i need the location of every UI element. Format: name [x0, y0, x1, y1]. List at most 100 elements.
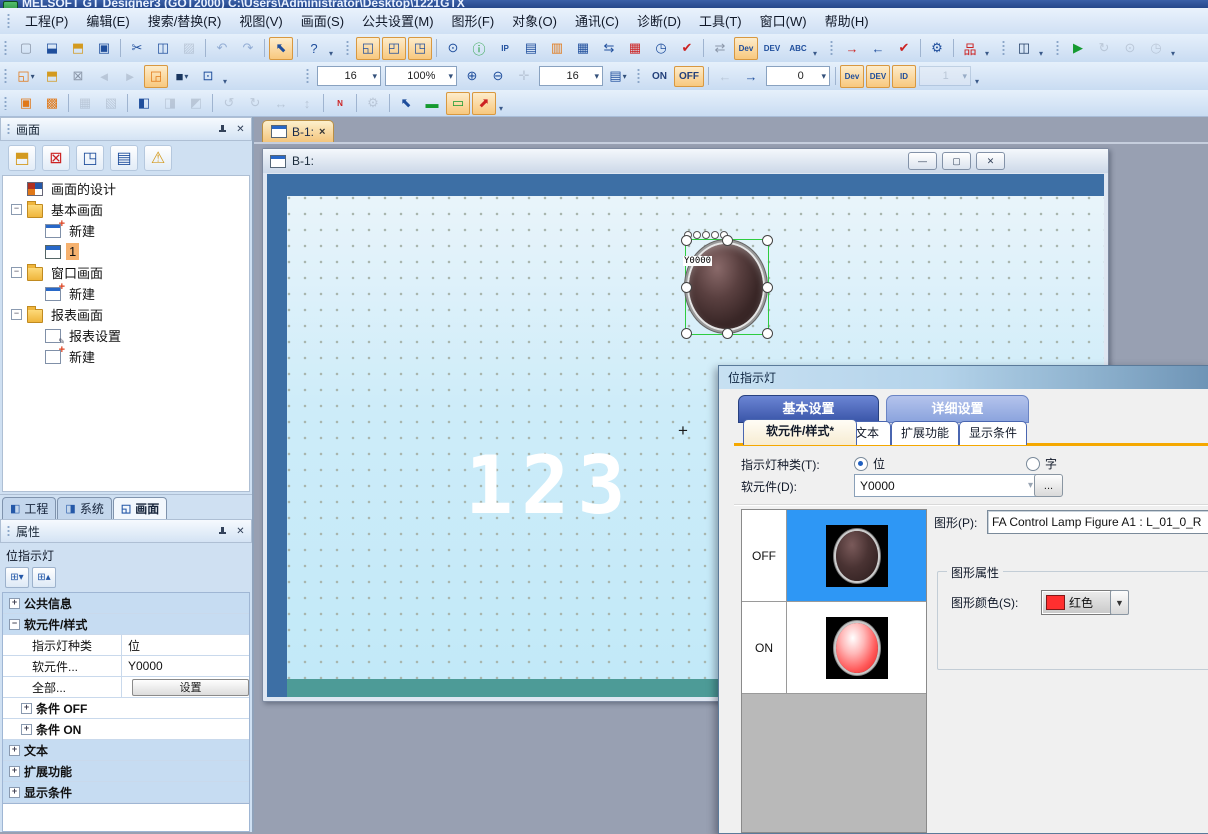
- device-combobox[interactable]: Y0000: [854, 474, 1039, 497]
- label-device-display[interactable]: DEV: [866, 65, 890, 88]
- pin-icon[interactable]: [215, 122, 230, 136]
- tree-item[interactable]: 报表设置: [3, 325, 249, 346]
- radio-word[interactable]: 字: [1026, 455, 1057, 472]
- system-hierarchy[interactable]: 品: [958, 37, 982, 60]
- snap-select[interactable]: 16: [539, 66, 603, 86]
- simulator-update[interactable]: ↻: [1092, 37, 1116, 60]
- paste-attributes[interactable]: ◧: [132, 92, 156, 115]
- language-select[interactable]: 1: [919, 66, 971, 86]
- open-screen-button[interactable]: ⬒: [8, 145, 36, 171]
- resize-handle[interactable]: [722, 328, 733, 339]
- pin-icon[interactable]: [215, 524, 230, 538]
- simulator-watch[interactable]: ⊙: [1118, 37, 1142, 60]
- ip-address-list[interactable]: IP: [493, 37, 517, 60]
- menu-item[interactable]: 图形(F): [443, 10, 504, 33]
- time-action[interactable]: ◷: [649, 37, 673, 60]
- section-expander[interactable]: +: [21, 724, 32, 735]
- group-objects[interactable]: ▦: [73, 92, 97, 115]
- tree-item[interactable]: 新建: [3, 220, 249, 241]
- property-row[interactable]: +显示条件: [3, 782, 249, 803]
- ungroup-objects[interactable]: ▧: [99, 92, 123, 115]
- tab-device-style[interactable]: 软元件/样式*: [743, 419, 857, 445]
- save-project[interactable]: ▣: [92, 37, 116, 60]
- object-settings[interactable]: ⚙: [361, 92, 385, 115]
- menu-item[interactable]: 搜索/替换(R): [139, 10, 231, 33]
- state-number-select[interactable]: 0: [766, 66, 830, 86]
- menu-item[interactable]: 诊断(D): [628, 10, 690, 33]
- window-screen-open[interactable]: ◰: [382, 37, 406, 60]
- window-swap[interactable]: ⇄: [708, 37, 732, 60]
- state-on-button[interactable]: ON: [647, 66, 672, 87]
- menu-item[interactable]: 对象(O): [503, 10, 566, 33]
- data-check[interactable]: ▦: [623, 37, 647, 60]
- device-browse-button[interactable]: ...: [1034, 474, 1063, 497]
- verify[interactable]: ✔: [892, 37, 916, 60]
- tree-item[interactable]: − 基本画面: [3, 199, 249, 220]
- shape-value-field[interactable]: FA Control Lamp Figure A1 : L_01_0_R: [987, 510, 1208, 534]
- dock-tab-project[interactable]: ◧ 工程: [2, 497, 56, 519]
- menu-item[interactable]: 工具(T): [690, 10, 751, 33]
- resize-handle[interactable]: [762, 328, 773, 339]
- property-row[interactable]: 指示灯种类 位: [3, 635, 249, 656]
- property-row[interactable]: +文本: [3, 740, 249, 761]
- menu-item[interactable]: 通讯(C): [566, 10, 628, 33]
- menu-item[interactable]: 帮助(H): [816, 10, 878, 33]
- screen-image-list[interactable]: ◲: [144, 65, 168, 88]
- editor-window-titlebar[interactable]: B-1: — ▢ ✕: [263, 149, 1108, 173]
- resize-handle[interactable]: [762, 282, 773, 293]
- mini-handle[interactable]: [693, 231, 701, 239]
- mini-handle[interactable]: [702, 231, 710, 239]
- rotate-right[interactable]: ↻: [243, 92, 267, 115]
- attribute-brush[interactable]: ◩: [184, 92, 208, 115]
- menu-item[interactable]: 公共设置(M): [353, 10, 443, 33]
- library-save[interactable]: ▥: [545, 37, 569, 60]
- zoom-out[interactable]: ⊖: [486, 65, 510, 88]
- window-screen-new[interactable]: ◱: [356, 37, 380, 60]
- property-row[interactable]: +公共信息: [3, 593, 249, 614]
- data-list[interactable]: ▦: [571, 37, 595, 60]
- shape-color-button[interactable]: 红色: [1041, 590, 1118, 615]
- read-from-got[interactable]: ←: [866, 37, 890, 60]
- device-monitor[interactable]: Dev: [734, 37, 758, 60]
- color-dropdown-button[interactable]: ▼: [1110, 590, 1129, 615]
- resize-handle[interactable]: [722, 235, 733, 246]
- redo[interactable]: ↷: [236, 37, 260, 60]
- state-row[interactable]: OFF: [742, 510, 926, 602]
- state-prev[interactable]: ←: [713, 65, 737, 88]
- edit-vertices[interactable]: N: [328, 92, 352, 115]
- tree-item[interactable]: 画面的设计: [3, 178, 249, 199]
- flip-horizontal[interactable]: ↔: [269, 92, 293, 115]
- section-expander[interactable]: +: [9, 745, 20, 756]
- menu-item[interactable]: 画面(S): [292, 10, 353, 33]
- select-object[interactable]: ⬉: [394, 92, 418, 115]
- comment-button[interactable]: ▤: [110, 145, 138, 171]
- section-expander[interactable]: +: [9, 766, 20, 777]
- flip-vertical[interactable]: ↕: [295, 92, 319, 115]
- collapse-all-button[interactable]: ⊞▾: [5, 567, 29, 588]
- bring-to-front[interactable]: ▣: [14, 92, 38, 115]
- window-screen-props[interactable]: ◳: [408, 37, 432, 60]
- communication-setup[interactable]: ⚙: [925, 37, 949, 60]
- tree-item[interactable]: 新建: [3, 346, 249, 367]
- screen-forward[interactable]: ►: [118, 65, 142, 88]
- tree-item[interactable]: − 报表画面: [3, 304, 249, 325]
- tab-display-condition[interactable]: 显示条件: [959, 421, 1027, 445]
- resize-handle[interactable]: [681, 235, 692, 246]
- menu-item[interactable]: 编辑(E): [77, 10, 138, 33]
- tab-close-icon[interactable]: ×: [319, 126, 325, 138]
- close-icon[interactable]: ✕: [233, 524, 248, 538]
- close-screen[interactable]: ⊠: [66, 65, 90, 88]
- radio-bit[interactable]: 位: [854, 455, 885, 472]
- screen-color[interactable]: ■: [170, 65, 194, 88]
- device-list[interactable]: DEV: [760, 37, 784, 60]
- data-verify[interactable]: ✔: [675, 37, 699, 60]
- property-row[interactable]: 全部... 设置: [3, 677, 249, 698]
- section-expander[interactable]: −: [9, 619, 20, 630]
- property-setup-button[interactable]: 设置: [132, 679, 249, 696]
- lamp-selection-box[interactable]: Y0000: [685, 239, 769, 335]
- screen-back[interactable]: ◄: [92, 65, 116, 88]
- property-row[interactable]: +条件 ON: [3, 719, 249, 740]
- dialog-titlebar[interactable]: 位指示灯: [719, 366, 1208, 389]
- device-comment-list[interactable]: ▤: [519, 37, 543, 60]
- tree-item[interactable]: 1: [3, 241, 249, 262]
